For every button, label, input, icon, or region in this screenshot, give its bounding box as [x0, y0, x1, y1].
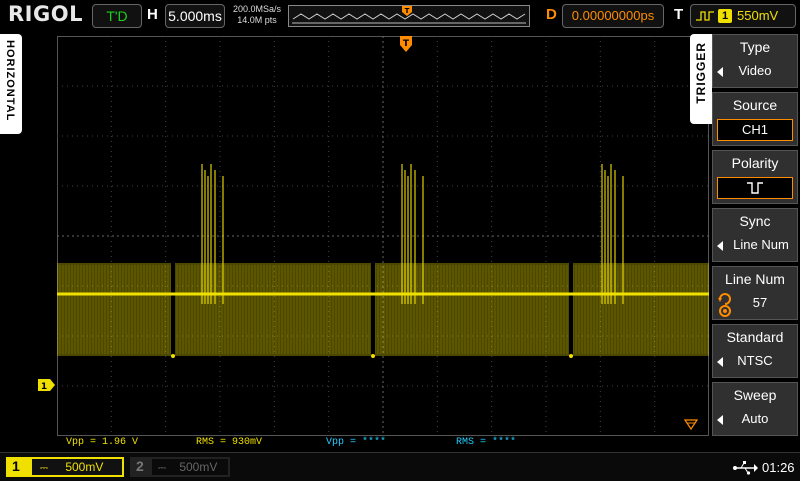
memory-map-bar: T [288, 5, 530, 27]
clock: 01:26 [762, 460, 795, 475]
ch1-scale-box: ⎓ 500mV [32, 459, 122, 475]
trigger-menu-tab[interactable]: TRIGGER [690, 34, 712, 124]
ch2-number: 2 [136, 458, 144, 474]
menu-sync[interactable]: Sync Line Num [712, 208, 798, 262]
menu-type-title: Type [739, 39, 771, 55]
menu-sync-title: Sync [739, 213, 771, 229]
svg-text:T: T [405, 7, 410, 15]
menu-polarity-title: Polarity [731, 155, 779, 171]
measurement-bar: Vpp = 1.96 V RMS = 930mV Vpp = **** RMS … [57, 436, 709, 450]
waveform-display[interactable] [57, 36, 709, 436]
horizontal-tab[interactable]: HORIZONTAL [0, 34, 22, 134]
trigger-channel-badge: 1 [718, 9, 732, 23]
menu-type[interactable]: Type Video [712, 34, 798, 88]
memory-waveform-icon: T [292, 6, 526, 24]
ch2-scale: 500mV [179, 460, 218, 474]
acquisition-info: 200.0MSa/s 14.0M pts [228, 4, 286, 26]
usb-icon [732, 461, 758, 478]
trigger-position-marker: T [400, 36, 412, 52]
menu-source-title: Source [732, 97, 778, 113]
timebase-readout[interactable]: 5.000ms [165, 4, 225, 28]
ch1-offset-marker[interactable]: 1 [38, 379, 56, 391]
trigger-status-indicator: T'D [92, 4, 142, 28]
ch2-scale-box: ⎓ 500mV [152, 459, 228, 475]
menu-type-value: Video [738, 63, 772, 78]
menu-sweep[interactable]: Sweep Auto [712, 382, 798, 436]
measurement-ch1-vpp: Vpp = 1.96 V [66, 437, 139, 448]
sample-rate: 200.0MSa/s [232, 4, 282, 14]
dc-coupling-icon: ⎓ [158, 463, 166, 474]
menu-polarity[interactable]: Polarity [712, 150, 798, 204]
channel-status-bar: 1 ⎓ 500mV 2 ⎓ 500mV 01:26 [0, 452, 800, 481]
ch1-number: 1 [12, 458, 20, 474]
trigger-label: T [674, 6, 684, 23]
menu-line-num-title: Line Num [725, 271, 785, 287]
ch1-status[interactable]: 1 ⎓ 500mV [6, 457, 124, 477]
dc-coupling-icon: ⎓ [40, 463, 48, 474]
measurement-ch2-rms: RMS = **** [456, 437, 517, 448]
measurement-ch2-vpp: Vpp = **** [326, 437, 387, 448]
trigger-edge-icon [696, 11, 714, 21]
menu-source-value: CH1 [717, 119, 793, 141]
multifunction-knob-icon [718, 293, 731, 317]
measurement-ch1-rms: RMS = 930mV [196, 437, 263, 448]
trigger-summary[interactable]: 1 550mV [690, 4, 796, 28]
rigol-logo: RIGOL [8, 2, 83, 26]
trigger-tab-label: TRIGGER [694, 42, 708, 104]
menu-sweep-title: Sweep [733, 387, 777, 403]
menu-standard-value: NTSC [737, 353, 773, 368]
trigger-level-marker [684, 419, 698, 431]
delay-label: D [546, 6, 557, 23]
menu-standard[interactable]: Standard NTSC [712, 324, 798, 378]
menu-polarity-value [717, 177, 793, 199]
ch1-marker-label: 1 [41, 382, 47, 391]
ch1-scale: 500mV [65, 460, 104, 474]
menu-sync-value: Line Num [733, 237, 789, 252]
horizontal-label: H [147, 6, 158, 23]
delay-readout[interactable]: 0.00000000ps [562, 4, 664, 28]
memory-depth: 14.0M pts [237, 15, 277, 25]
menu-source[interactable]: Source CH1 [712, 92, 798, 146]
menu-standard-title: Standard [726, 329, 784, 345]
menu-sweep-value: Auto [741, 411, 769, 426]
horizontal-tab-label: HORIZONTAL [4, 40, 16, 122]
svg-text:T: T [403, 39, 410, 49]
ch2-status[interactable]: 2 ⎓ 500mV [130, 457, 230, 477]
menu-line-num[interactable]: Line Num 57 [712, 266, 798, 320]
negative-polarity-icon [747, 182, 763, 194]
menu-line-num-value: 57 [752, 295, 768, 310]
trigger-level: 550mV [737, 8, 779, 23]
